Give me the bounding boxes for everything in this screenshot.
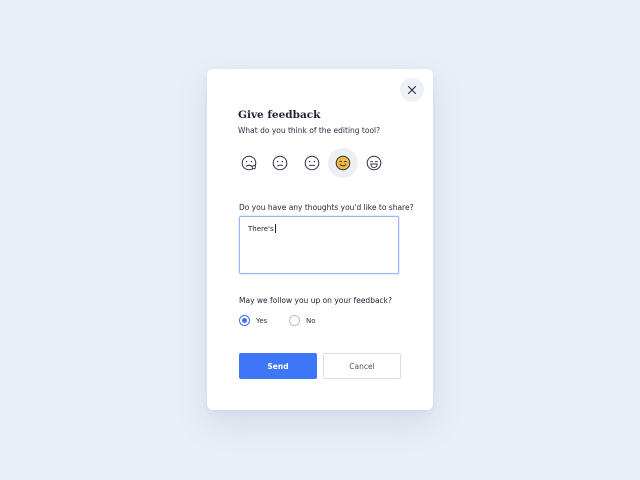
rating-row <box>233 148 413 180</box>
radio-yes[interactable]: Yes <box>239 315 267 326</box>
text-caret <box>274 224 276 233</box>
cancel-button[interactable]: Cancel <box>323 353 401 379</box>
crying-face-icon <box>241 155 257 171</box>
smiling-face-icon <box>335 155 351 171</box>
feedback-dialog: Give feedback What do you think of the e… <box>207 69 433 410</box>
close-icon <box>407 85 417 95</box>
radio-no-label: No <box>306 316 316 325</box>
rating-option-crying[interactable] <box>234 148 264 178</box>
rating-option-smiling[interactable] <box>328 148 358 178</box>
followup-label: May we follow you up on your feedback? <box>239 296 392 305</box>
radio-no[interactable]: No <box>289 315 316 326</box>
radio-dot <box>242 318 247 323</box>
radio-no-circle <box>289 315 300 326</box>
radio-yes-circle <box>239 315 250 326</box>
sad-face-icon <box>272 155 288 171</box>
thoughts-text: There's <box>248 225 274 233</box>
thoughts-label: Do you have any thoughts you'd like to s… <box>239 203 414 212</box>
rating-option-sad[interactable] <box>265 148 295 178</box>
send-button[interactable]: Send <box>239 353 317 379</box>
laughing-face-icon <box>366 155 382 171</box>
rating-option-neutral[interactable] <box>297 148 327 178</box>
thoughts-textarea[interactable]: There's <box>239 216 399 274</box>
dialog-subtitle: What do you think of the editing tool? <box>238 126 381 135</box>
dialog-title: Give feedback <box>238 109 321 121</box>
neutral-face-icon <box>304 155 320 171</box>
radio-yes-label: Yes <box>256 316 268 325</box>
followup-radio-group: Yes No <box>239 315 379 329</box>
rating-option-laughing[interactable] <box>359 148 389 178</box>
close-button[interactable] <box>400 78 424 102</box>
